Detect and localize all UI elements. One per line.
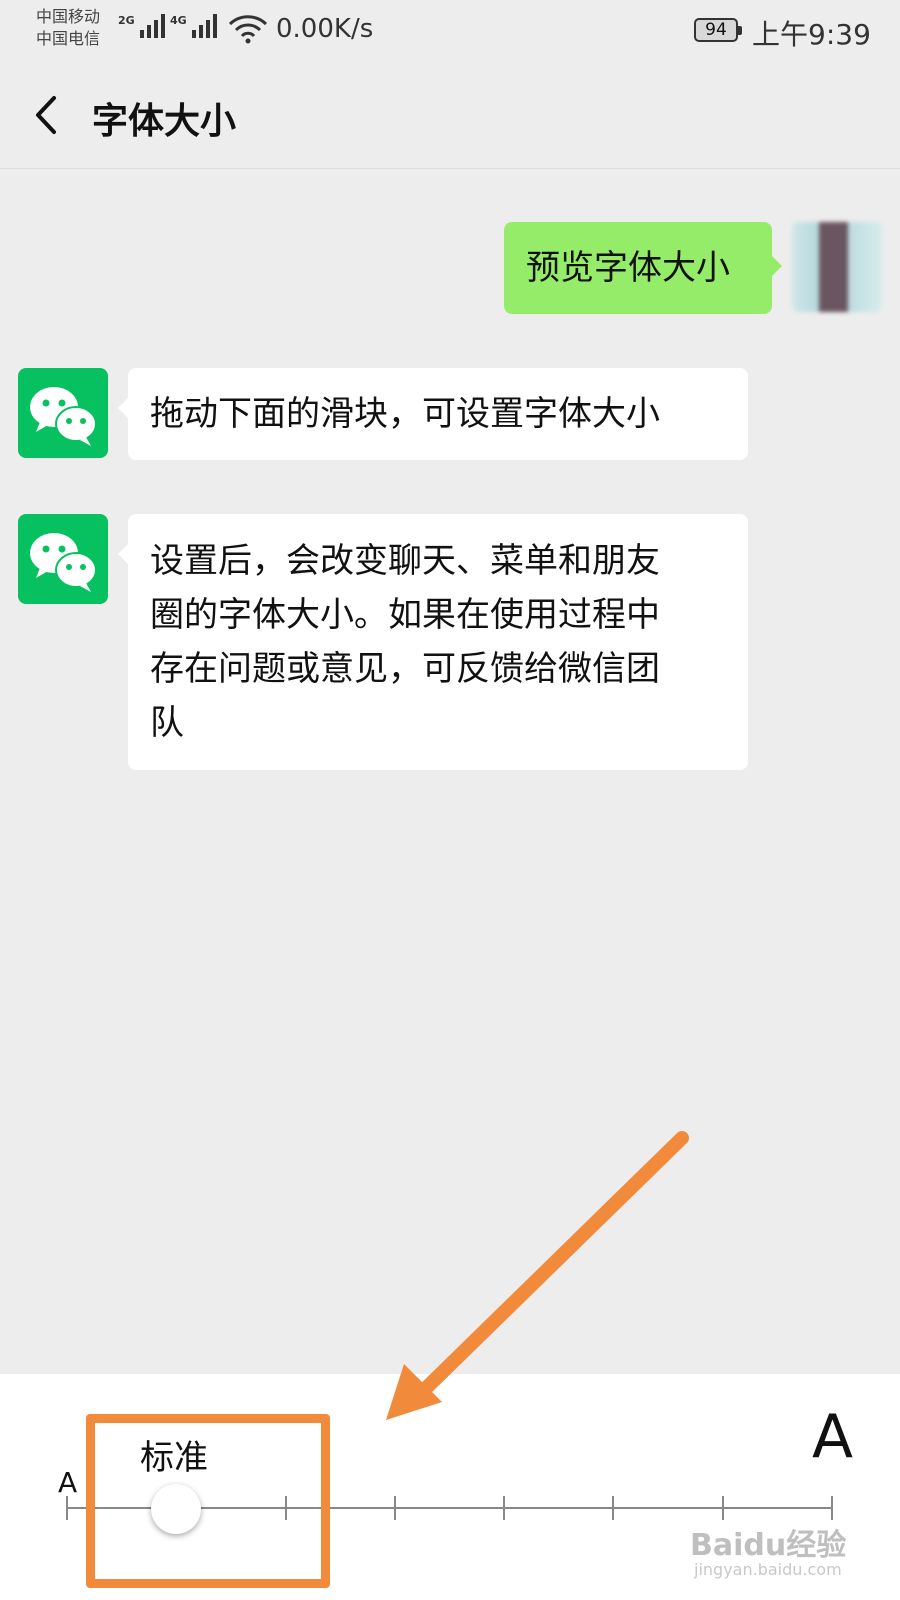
annotation-arrow-icon [386,1131,689,1420]
watermark-brand: Baidu经验 [690,1528,847,1563]
watermark-url: jingyan.baidu.com [694,1560,842,1579]
